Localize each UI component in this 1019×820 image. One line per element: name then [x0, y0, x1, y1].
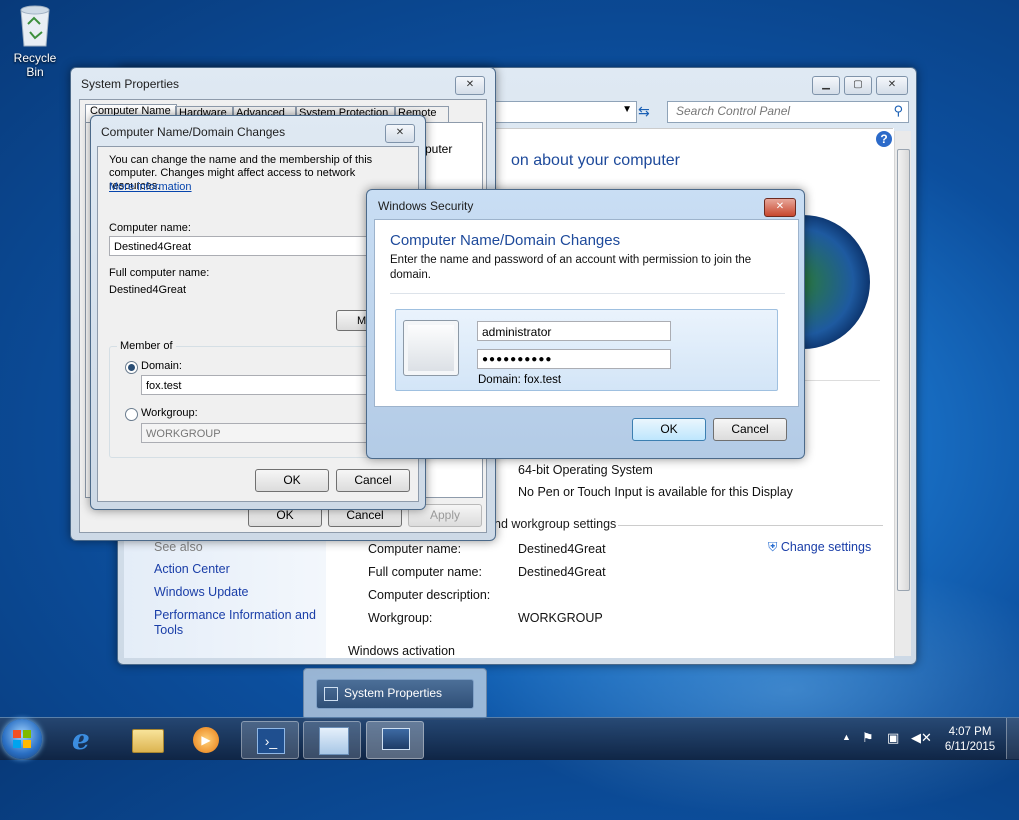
start-button[interactable] [2, 719, 42, 759]
scrollbar[interactable] [894, 131, 911, 656]
windows-update-link[interactable]: Windows Update [154, 585, 249, 599]
cancel-button[interactable]: Cancel [713, 418, 787, 441]
media-player-icon: ▶ [193, 727, 219, 753]
dialog-description: Enter the name and password of an accoun… [390, 254, 752, 281]
network-icon[interactable]: ▣ [887, 730, 899, 746]
domain-radio[interactable] [125, 361, 138, 374]
folder-icon [132, 729, 164, 753]
powershell-icon: ›_ [257, 728, 285, 754]
taskbar-thumbnail[interactable]: System Properties [303, 668, 487, 720]
window-title: System Properties [81, 77, 180, 91]
action-center-flag-icon[interactable]: ⚑ [862, 730, 874, 746]
performance-info-link[interactable]: Performance Information and Tools [154, 608, 324, 638]
dialog-heading: Computer Name/Domain Changes [390, 232, 621, 249]
window-title: Computer Name/Domain Changes [101, 125, 286, 139]
see-also-heading: See also [154, 540, 203, 554]
section-title: nd workgroup settings [494, 517, 617, 531]
system-type-value: 64-bit Operating System [518, 463, 653, 477]
computer-name-value: Destined4Great [518, 542, 606, 556]
show-desktop-button[interactable] [1006, 718, 1019, 759]
search-box[interactable]: Search Control Panel ⚲ [667, 101, 909, 123]
internet-explorer-icon: e [72, 723, 90, 756]
password-input[interactable]: ●●●●●●●●●● [477, 349, 671, 369]
username-input[interactable]: administrator [477, 321, 671, 341]
user-picture-icon [403, 320, 459, 376]
domain-label: Domain: [141, 360, 182, 372]
minimize-button[interactable]: ▁ [812, 76, 840, 95]
page-heading: on about your computer [511, 152, 680, 169]
workgroup-radio[interactable] [125, 408, 138, 421]
taskbar-system-properties[interactable] [366, 721, 424, 759]
ok-button[interactable]: OK [255, 469, 329, 492]
clock-time: 4:07 PM [948, 726, 992, 738]
computer-icon [382, 728, 410, 750]
address-dropdown-icon[interactable]: ▼ [622, 104, 632, 115]
taskbar-control-panel[interactable] [303, 721, 361, 759]
workgroup-label: Workgroup: [141, 407, 198, 419]
description-label: Computer description: [368, 588, 491, 602]
volume-muted-icon[interactable]: ◀✕ [911, 730, 932, 746]
cancel-button[interactable]: Cancel [336, 469, 410, 492]
control-panel-icon [319, 727, 349, 755]
activation-title: Windows activation [348, 644, 455, 658]
window-icon [324, 687, 338, 701]
close-button[interactable]: ✕ [455, 76, 485, 95]
full-name-value: Destined4Great [109, 284, 187, 296]
windows-flag-icon [13, 730, 31, 748]
computer-name-label: Computer name: [368, 542, 462, 556]
taskbar-explorer[interactable] [118, 721, 174, 757]
more-information-link[interactable]: More information [109, 181, 192, 193]
close-button[interactable]: ✕ [385, 124, 415, 143]
computer-name-input[interactable]: Destined4Great [109, 236, 409, 256]
domain-text: Domain: fox.test [478, 374, 562, 386]
show-hidden-icons-icon[interactable]: ▲ [842, 732, 851, 742]
ok-button[interactable]: OK [632, 418, 706, 441]
change-settings-link[interactable]: ⛨ Change settings [768, 540, 871, 555]
credential-tile: administrator ●●●●●●●●●● Domain: fox.tes… [395, 309, 778, 391]
address-bar[interactable]: ▼ [495, 101, 637, 123]
full-name-value: Destined4Great [518, 565, 606, 579]
refresh-icon[interactable]: ⇆ [638, 103, 658, 121]
workgroup-label: Workgroup: [368, 611, 433, 625]
taskbar-powershell[interactable]: ›_ [241, 721, 299, 759]
recycle-bin-shortcut[interactable]: Recycle Bin [4, 2, 66, 79]
windows-security-dialog: Windows Security ✕ Computer Name/Domain … [366, 189, 805, 459]
recycle-bin-icon [20, 5, 50, 47]
taskbar-media-player[interactable]: ▶ [178, 721, 234, 757]
taskbar: e ▶ ›_ ▲ ⚑ ▣ ◀✕ 4:07 PM 6/11/2015 [0, 717, 1019, 760]
credential-panel: Computer Name/Domain Changes Enter the n… [374, 219, 799, 407]
recycle-bin-label: Recycle Bin [13, 51, 57, 79]
partial-text: puter [425, 142, 453, 156]
clock-date: 6/11/2015 [944, 741, 996, 753]
computer-name-label: Computer name: [109, 222, 191, 234]
scrollbar-thumb[interactable] [897, 149, 910, 591]
help-icon[interactable]: ? [876, 131, 892, 147]
taskbar-ie[interactable]: e [58, 721, 114, 757]
close-button[interactable]: ✕ [764, 198, 796, 217]
full-name-label: Full computer name: [109, 267, 210, 279]
shield-icon: ⛨ [768, 540, 778, 554]
clock[interactable]: 4:07 PM 6/11/2015 [940, 725, 1000, 755]
pen-touch-value: No Pen or Touch Input is available for t… [518, 485, 793, 499]
action-center-link[interactable]: Action Center [154, 562, 230, 576]
workgroup-value: WORKGROUP [518, 611, 603, 625]
full-name-label: Full computer name: [368, 565, 482, 579]
search-input[interactable]: Search Control Panel [676, 104, 790, 118]
member-of-label: Member of [117, 340, 176, 352]
window-title: Windows Security [378, 199, 474, 213]
thumbnail-label: System Properties [344, 686, 443, 700]
maximize-button[interactable]: ▢ [844, 76, 872, 95]
search-icon[interactable]: ⚲ [893, 103, 903, 119]
close-button[interactable]: ✕ [876, 76, 908, 95]
